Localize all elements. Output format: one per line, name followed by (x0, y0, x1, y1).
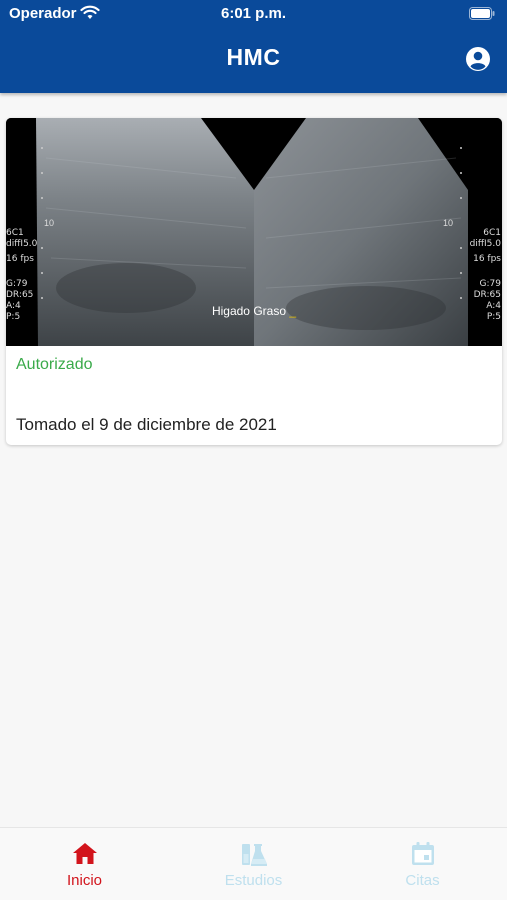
tab-label: Inicio (66, 872, 103, 889)
home-icon (73, 843, 97, 864)
study-date: Tomado el 9 de diciembre de 2021 (16, 415, 277, 434)
tab-estudios[interactable]: Estudios (169, 828, 338, 900)
image-caption-text: Higado Graso (211, 304, 286, 318)
account-icon[interactable] (465, 46, 491, 72)
image-info-line: G:79 (479, 279, 501, 289)
status-time: 6:01 p.m. (220, 5, 287, 22)
image-info-line: DR:65 (6, 290, 34, 300)
image-depth-right: 10 (443, 218, 454, 228)
tab-label: Estudios (224, 872, 283, 889)
image-depth-left: 10 (44, 218, 55, 228)
image-info-line: 6C1 (483, 228, 501, 238)
status-bar: Operador 6:01 p.m. (0, 0, 507, 28)
image-caption-cursor: _ (289, 304, 297, 318)
tab-inicio[interactable]: Inicio (0, 828, 169, 900)
battery-icon (469, 7, 495, 20)
app-header: Operador 6:01 p.m. HMC (0, 0, 507, 93)
image-info-line: 16 fps (473, 254, 501, 264)
status-badge: Autorizado (16, 356, 93, 373)
study-card[interactable]: 10 10 6C1 diffI5.0 16 fps G:79 DR:65 A:4… (6, 118, 502, 445)
image-info-line: diffI5.0 (469, 239, 501, 249)
image-info-line: 16 fps (6, 254, 34, 264)
page-title: HMC (226, 44, 281, 70)
ultrasound-image: 10 10 6C1 diffI5.0 16 fps G:79 DR:65 A:4… (6, 118, 502, 346)
bottom-tab-bar: Inicio Estudios Citas (0, 827, 507, 900)
image-info-line: 6C1 (6, 228, 24, 238)
lab-flask-icon (242, 844, 267, 866)
image-info-line: G:79 (6, 279, 28, 289)
image-info-line: DR:65 (473, 290, 501, 300)
tab-label: Citas (405, 872, 440, 889)
tab-citas[interactable]: Citas (338, 828, 507, 900)
calendar-icon (412, 842, 434, 865)
image-caption: Higado Graso _ (6, 304, 502, 318)
image-info-line: diffI5.0 (6, 239, 38, 249)
